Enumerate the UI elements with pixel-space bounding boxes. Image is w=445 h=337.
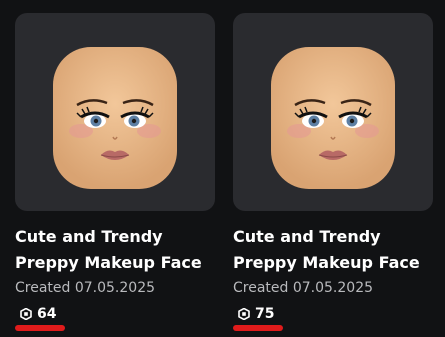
item-price: 75 bbox=[238, 304, 274, 324]
item-thumbnail[interactable] bbox=[15, 13, 215, 211]
face-head-image bbox=[53, 47, 177, 189]
robux-icon bbox=[238, 308, 250, 320]
robux-icon bbox=[20, 308, 32, 320]
item-created-date: Created 07.05.2025 bbox=[15, 280, 156, 296]
price-value: 64 bbox=[37, 306, 57, 322]
item-title[interactable]: Cute and Trendy Preppy Makeup Face bbox=[233, 224, 445, 276]
item-created-date: Created 07.05.2025 bbox=[233, 280, 374, 296]
item-price: 64 bbox=[20, 304, 56, 324]
price-value: 75 bbox=[255, 306, 275, 322]
item-grid: Cute and Trendy Preppy Makeup Face Creat… bbox=[0, 0, 445, 337]
item-card[interactable]: Cute and Trendy Preppy Makeup Face Creat… bbox=[15, 13, 215, 333]
red-underline-annotation bbox=[233, 325, 283, 331]
red-underline-annotation bbox=[15, 325, 65, 331]
item-thumbnail[interactable] bbox=[233, 13, 433, 211]
item-title[interactable]: Cute and Trendy Preppy Makeup Face bbox=[15, 224, 230, 276]
item-card[interactable]: Cute and Trendy Preppy Makeup Face Creat… bbox=[233, 13, 433, 333]
face-head-image bbox=[271, 47, 395, 189]
